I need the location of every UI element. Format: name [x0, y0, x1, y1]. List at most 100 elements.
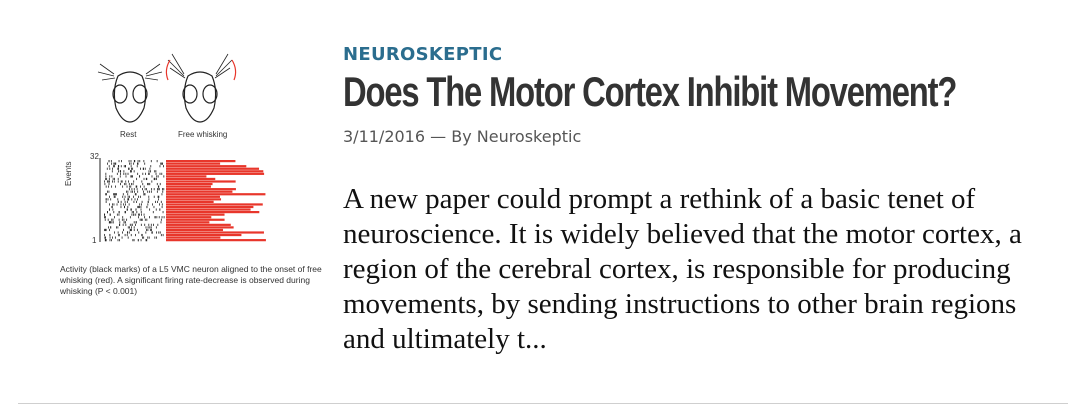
spike-mark	[153, 195, 155, 198]
spike-mark	[138, 195, 139, 198]
spike-mark	[159, 231, 161, 234]
spike-mark	[159, 208, 161, 211]
spike-mark	[133, 200, 135, 203]
spike-mark	[136, 211, 138, 214]
spike-mark	[129, 195, 130, 198]
spike-mark	[149, 208, 151, 211]
spike-mark	[148, 182, 150, 186]
spike-mark	[156, 175, 158, 178]
spike-mark	[104, 213, 106, 216]
spike-mark	[156, 231, 157, 234]
whisking-bar	[166, 193, 266, 196]
spike-mark	[137, 239, 139, 242]
spike-mark	[107, 190, 108, 193]
spike-mark	[104, 182, 106, 186]
spike-mark	[136, 185, 138, 188]
spike-mark	[112, 177, 114, 181]
spike-mark	[142, 236, 143, 239]
spike-mark	[158, 231, 160, 234]
spike-mark	[123, 228, 124, 232]
spike-mark	[151, 231, 153, 234]
spike-mark	[107, 162, 108, 165]
spike-mark	[145, 226, 147, 229]
spike-mark	[160, 221, 162, 224]
spike-mark	[108, 177, 110, 181]
spike-mark	[136, 188, 138, 191]
spike-mark	[149, 167, 151, 170]
spike-mark	[161, 172, 163, 175]
article-thumbnail[interactable]: Rest Free whisking 32 1 Events Activity …	[60, 46, 330, 306]
spike-mark	[149, 228, 151, 232]
spike-mark	[149, 170, 151, 173]
spike-mark	[155, 170, 157, 173]
spike-mark	[114, 162, 116, 165]
spike-mark	[116, 193, 117, 196]
spike-mark	[149, 226, 151, 229]
whisking-bar	[166, 213, 225, 216]
spike-mark	[144, 188, 146, 191]
spike-mark	[119, 223, 121, 226]
spike-mark	[126, 218, 128, 221]
spike-mark	[154, 216, 156, 219]
spike-mark	[113, 211, 115, 214]
spike-mark	[147, 236, 149, 239]
spike-mark	[112, 180, 113, 183]
spike-mark	[136, 177, 138, 181]
spike-mark	[113, 180, 115, 183]
spike-mark	[130, 165, 132, 168]
label-rest: Rest	[120, 130, 137, 139]
spike-mark	[108, 226, 109, 229]
whisking-bar	[166, 205, 254, 209]
spike-mark	[123, 165, 125, 168]
author-link[interactable]: Neuroskeptic	[477, 127, 582, 146]
spike-mark	[120, 205, 122, 209]
spike-mark	[159, 182, 161, 186]
spike-mark	[133, 195, 134, 198]
spike-mark	[141, 180, 143, 183]
spike-mark	[140, 208, 142, 211]
spike-mark	[109, 236, 111, 239]
spike-mark	[159, 165, 161, 168]
spike-mark	[105, 216, 106, 219]
spike-mark	[148, 223, 150, 226]
spike-mark	[160, 233, 162, 237]
whisking-bar	[166, 165, 247, 168]
spike-mark	[109, 208, 110, 211]
section-label[interactable]: NEUROSKEPTIC	[343, 44, 502, 65]
spike-mark	[141, 213, 142, 216]
whisking-bar	[166, 162, 221, 165]
spike-mark	[147, 200, 149, 203]
spike-mark	[120, 165, 122, 168]
spike-mark	[150, 190, 152, 193]
spike-mark	[135, 208, 137, 211]
spike-mark	[156, 236, 157, 239]
spike-mark	[158, 216, 160, 219]
spike-mark	[128, 231, 130, 234]
spike-mark	[121, 180, 123, 183]
spike-mark	[133, 239, 135, 242]
spike-mark	[112, 221, 114, 224]
whisking-bar	[166, 231, 264, 234]
spike-mark	[125, 180, 127, 183]
spike-mark	[139, 195, 141, 198]
spike-mark	[140, 205, 142, 209]
spike-mark	[127, 172, 129, 175]
spike-mark	[131, 170, 132, 173]
spike-mark	[124, 200, 126, 203]
spike-mark	[118, 160, 120, 163]
spike-mark	[146, 205, 148, 209]
spike-mark	[158, 188, 160, 191]
spike-mark	[113, 195, 115, 198]
whisking-bar	[166, 180, 236, 183]
spike-mark	[120, 172, 121, 175]
spike-mark	[124, 211, 126, 214]
article-title[interactable]: Does The Motor Cortex Inhibit Movement?	[343, 69, 957, 115]
spike-mark	[132, 190, 133, 193]
spike-mark	[107, 198, 109, 201]
spike-mark	[155, 226, 157, 229]
spike-mark	[117, 200, 119, 203]
spike-mark	[129, 185, 131, 188]
spike-mark	[132, 175, 133, 178]
spike-mark	[155, 200, 156, 203]
spike-mark	[125, 223, 127, 226]
